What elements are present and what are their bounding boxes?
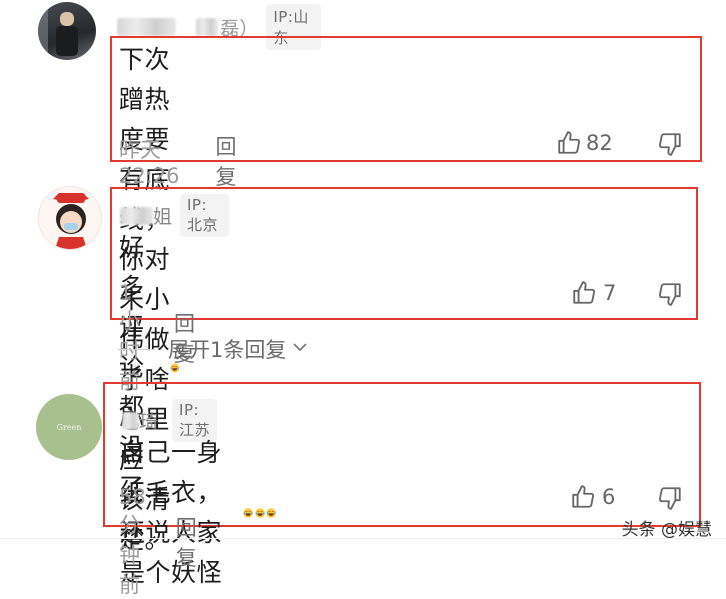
expand-replies-label: 展开1条回复 [168,338,287,362]
timestamp: 58分钟前 [119,485,146,597]
like-button[interactable]: 82 [556,130,613,156]
watermark: 头条 @娱慧 [621,520,712,540]
like-count: 6 [602,485,616,509]
avatar[interactable]: Green [36,394,102,460]
dislike-button[interactable] [657,281,683,307]
avatar-cartoon-girl-image [53,193,89,249]
blurred-username [196,18,219,36]
dislike-button[interactable] [657,131,683,157]
thumbs-down-icon [657,131,683,157]
like-button[interactable]: 7 [571,280,616,306]
thumbs-up-icon [570,484,596,510]
avatar[interactable] [38,2,96,60]
reply-button[interactable]: 回复 [176,512,197,572]
dislike-button[interactable] [657,485,683,511]
like-count: 7 [603,281,617,305]
thumbs-up-icon [571,280,597,306]
avatar-text: Green [56,422,82,432]
chevron-down-icon [290,337,310,362]
laughing-crying-emoji-icon [243,508,254,518]
like-button[interactable]: 6 [570,484,615,510]
timestamp: 昨天22:26 [119,138,180,188]
avatar-person-image [38,2,78,60]
thumbs-down-icon [657,485,683,511]
like-count: 82 [586,131,613,155]
expand-replies-button[interactable]: 展开1条回复 [118,334,310,364]
laughing-crying-emoji-icon [266,508,276,518]
comment-meta: 昨天22:26 回复 [119,131,237,191]
thumbs-down-icon [657,281,683,307]
divider-line [118,348,154,350]
bottom-divider [0,538,726,539]
avatar[interactable] [38,186,102,250]
reply-button[interactable]: 回复 [216,131,237,191]
comment-meta: 58分钟前 回复 [119,485,197,599]
blurred-username [117,18,177,36]
thumbs-up-icon [556,130,582,156]
laughing-crying-emoji-icon [254,508,265,518]
